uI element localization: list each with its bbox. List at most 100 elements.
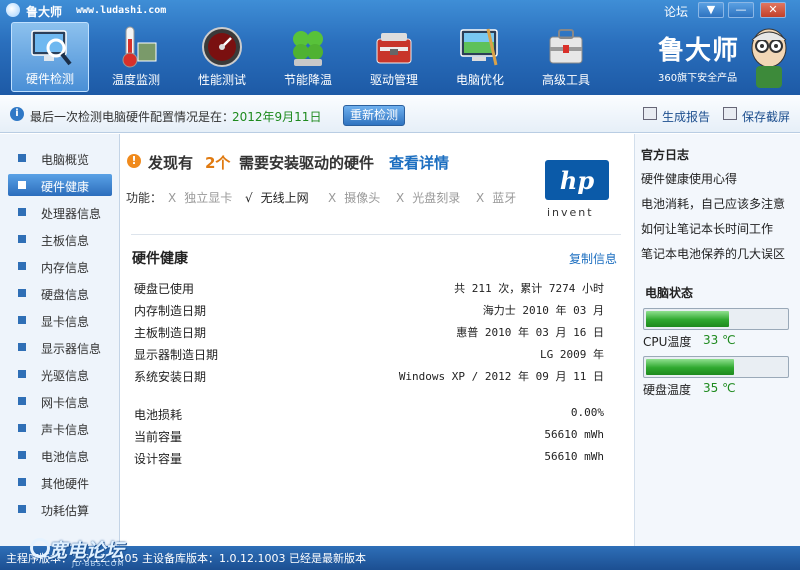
cross-icon: X [476,191,485,205]
app-url: www.ludashi.com [76,5,167,16]
sidebar-item[interactable]: 硬盘信息 [8,282,112,304]
sidebar-item[interactable]: 功耗估算 [8,498,112,520]
sidebar-item[interactable]: 主板信息 [8,228,112,250]
tool-pc-optimize[interactable]: 电脑优化 [441,22,519,92]
tool-label: 节能降温 [283,73,332,87]
feature-label: 蓝牙 [492,191,517,205]
tool-label: 高级工具 [541,73,590,87]
forum-link[interactable]: 论坛 [664,3,688,20]
minimize-button[interactable]: — [728,2,754,18]
tool-label: 温度监测 [111,73,160,87]
bullet-square-icon [18,208,26,216]
info-key: 设计容量 [134,452,183,466]
info-icon: i [10,107,24,121]
info-key: 硬盘已使用 [134,282,195,296]
disk-temp-label: 硬盘温度 [643,383,692,397]
sidebar-item-label: 显示器信息 [41,342,102,356]
close-button[interactable]: ✕ [760,2,786,18]
tool-label: 驱动管理 [369,73,418,87]
info-key: 系统安装日期 [134,370,207,384]
sidebar-item-label: 硬盘信息 [41,288,90,302]
bullet-square-icon [18,154,26,162]
driver-warning-count: 2个 [205,154,231,172]
disk-temp-value: 35 ℃ [703,381,736,395]
feature-label: 无线上网 [260,191,309,205]
last-check-date: 2012年9月11日 [232,110,322,124]
info-key: 显示器制造日期 [134,348,219,362]
toolkit-icon [549,29,583,64]
sidebar-item[interactable]: 显卡信息 [8,309,112,331]
tool-energy-saving[interactable]: 节能降温 [269,22,347,92]
sidebar-item[interactable]: 内存信息 [8,255,112,277]
sidebar: 电脑概览硬件健康处理器信息主板信息内存信息硬盘信息显卡信息显示器信息光驱信息网卡… [0,134,120,546]
check-icon: √ [245,191,253,205]
bullet-square-icon [18,343,26,351]
blog-link[interactable]: 硬件健康使用心得 [641,170,737,187]
blog-link[interactable]: 如何让笔记本长时间工作 [641,220,773,237]
sidebar-item[interactable]: 网卡信息 [8,390,112,412]
tool-label: 电脑优化 [455,73,504,87]
speedometer-icon [202,27,242,67]
brand-subtitle: 360旗下安全产品 [658,73,738,84]
tool-label: 硬件检测 [25,72,74,86]
bullet-square-icon [18,451,26,459]
feature-label: 摄像头 [344,191,381,205]
bullet-square-icon [18,478,26,486]
last-check-text: 最后一次检测电脑硬件配置情况是在： [30,110,235,124]
watermark-sub: JD-BBS.COM [72,560,125,568]
info-value: 共 211 次，累计 7274 小时 [454,282,604,295]
sidebar-item[interactable]: 声卡信息 [8,417,112,439]
sidebar-item-label: 其他硬件 [41,477,90,491]
sidebar-item[interactable]: 电池信息 [8,444,112,466]
clover-icon [293,31,323,66]
bullet-square-icon [18,262,26,270]
recheck-button[interactable]: 重新检测 [343,105,405,126]
app-logo-icon [6,3,20,17]
sidebar-item[interactable]: 光驱信息 [8,363,112,385]
info-row: 显示器制造日期 LG 2009 年 [134,346,604,364]
menu-button[interactable]: ▼ [698,2,724,18]
feature-item: X 蓝牙 [476,189,516,206]
blog-link[interactable]: 笔记本电池保养的几大误区 [641,245,785,262]
right-panel: 官方日志 硬件健康使用心得 电池消耗，自己应该多注意 如何让笔记本长时间工作 笔记本电… [634,134,800,546]
warning-icon: ! [127,154,141,168]
info-value: 56610 mWh [544,428,604,441]
sidebar-item[interactable]: 其他硬件 [8,471,112,493]
sidebar-item[interactable]: 处理器信息 [8,201,112,223]
driver-warning-text: 需要安装驱动的硬件 [239,154,375,172]
sidebar-item-label: 声卡信息 [41,423,90,437]
save-screenshot-link[interactable]: 保存截屏 [742,108,790,125]
tool-temperature[interactable]: 温度监测 [97,22,175,92]
cpu-temp-value: 33 ℃ [703,333,736,347]
blog-link[interactable]: 电池消耗，自己应该多注意 [641,195,785,212]
tool-driver-management[interactable]: 驱动管理 [355,22,433,92]
copy-info-link[interactable]: 复制信息 [569,250,617,267]
feature-item: √ 无线上网 [245,189,309,206]
tool-advanced[interactable]: 高级工具 [527,22,605,92]
info-value: 惠普 2010 年 03 月 16 日 [456,326,604,339]
sidebar-item-label: 内存信息 [41,261,90,275]
tool-hardware-detect[interactable]: 硬件检测 [11,22,89,92]
info-row: 电池损耗 0.00% [134,406,604,424]
info-row: 系统安装日期 Windows XP / 2012 年 09 月 11 日 [134,368,604,386]
monitor-magnifier-icon [31,30,72,66]
sidebar-item[interactable]: 硬件健康 [8,174,112,196]
info-key: 内存制造日期 [134,304,207,318]
report-icon [643,107,657,120]
sidebar-item[interactable]: 显示器信息 [8,336,112,358]
generate-report-link[interactable]: 生成报告 [662,108,710,125]
bullet-square-icon [18,424,26,432]
cross-icon: X [328,191,337,205]
hp-logo: hp [545,160,609,200]
sidebar-item-label: 电池信息 [41,450,90,464]
cpu-temp-bar [643,308,789,330]
sidebar-item[interactable]: 电脑概览 [8,147,112,169]
feature-item: X 光盘刻录 [396,189,460,206]
tool-performance[interactable]: 性能测试 [183,22,261,92]
brand: 鲁大师 360旗下安全产品 [658,30,739,84]
screen-broom-icon [460,28,498,66]
vendor-logo-text: hp [559,166,595,195]
info-row: 内存制造日期 海力士 2010 年 03 月 [134,302,604,320]
view-details-link[interactable]: 查看详情 [389,152,449,173]
sidebar-item-label: 功耗估算 [41,504,90,518]
